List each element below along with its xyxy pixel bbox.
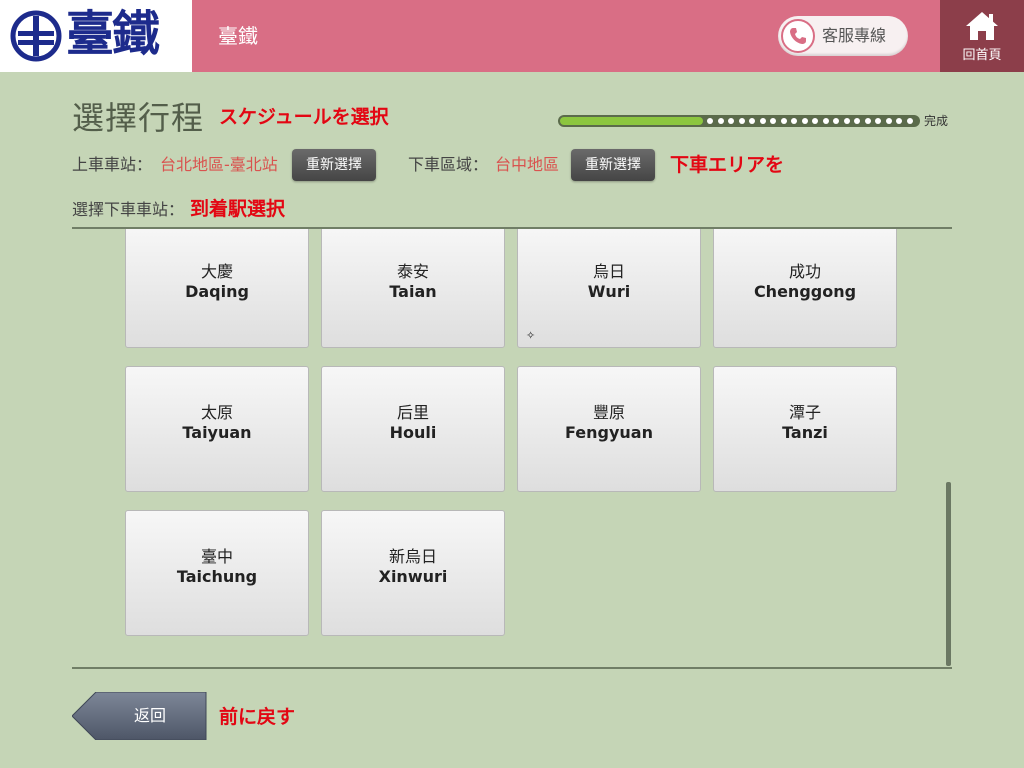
progress-step-dot: [812, 118, 818, 124]
reselect-area-button[interactable]: 重新選擇: [571, 149, 655, 181]
progress-step-dot: [823, 118, 829, 124]
station-button[interactable]: 泰安 Taian: [321, 229, 505, 348]
station-button[interactable]: 大慶 Daqing: [125, 229, 309, 348]
progress-step-dot: [728, 118, 734, 124]
station-button[interactable]: 臺中 Taichung: [125, 510, 309, 636]
station-button[interactable]: 烏日 Wuri: [517, 229, 701, 348]
station-name-zh: 太原: [200, 403, 233, 422]
station-button[interactable]: 豐原 Fengyuan: [517, 366, 701, 492]
select-station-label: 選擇下車車站：: [72, 200, 185, 219]
station-name-en: Chenggong: [753, 282, 857, 301]
pointer-cursor-icon: ✧: [526, 329, 536, 342]
station-name-en: Fengyuan: [565, 423, 653, 442]
progress-step-dot: [886, 118, 892, 124]
progress-step-dot: [718, 118, 724, 124]
boarding-station-label: 上車車站：: [72, 155, 153, 174]
station-name-zh: 后里: [396, 403, 429, 422]
station-name-zh: 大慶: [200, 262, 233, 281]
progress-step-dot: [854, 118, 860, 124]
house-icon: [966, 12, 998, 40]
boarding-station-value: 台北地區-臺北站: [160, 155, 278, 174]
station-name-en: Tanzi: [782, 423, 828, 442]
station-name-en: Daqing: [185, 282, 249, 301]
station-name-zh: 豐原: [592, 403, 625, 422]
progress-label: 完成: [924, 114, 949, 128]
phone-icon-circle: [781, 19, 815, 53]
station-name-en: Houli: [389, 423, 437, 442]
progress-step-dot: [770, 118, 776, 124]
select-station-annotation: 到着駅選択: [190, 198, 286, 220]
back-button[interactable]: 返回: [72, 692, 208, 740]
home-label: 回首頁: [962, 48, 1002, 63]
station-button[interactable]: 后里 Houli: [321, 366, 505, 492]
alighting-area-annotation: 下車エリアを: [670, 154, 785, 176]
progress-step-dot: [907, 118, 913, 124]
logo-text: 臺鐵: [66, 6, 160, 62]
station-list-scrollbar[interactable]: [946, 482, 951, 666]
station-name-zh: 臺中: [200, 547, 233, 566]
progress-step-dot: [781, 118, 787, 124]
progress-fill: [560, 117, 703, 125]
progress-step-dot: [739, 118, 745, 124]
ticket-kiosk-screen: 臺鐵 臺鐵 客服專線 回首頁 選擇行程 スケジュールを選択 完成 上車車站： 台…: [0, 0, 1024, 768]
progress-step-dot: [802, 118, 808, 124]
logo: 臺鐵: [0, 0, 192, 72]
progress-step-dot: [760, 118, 766, 124]
station-button[interactable]: 成功 Chenggong: [713, 229, 897, 348]
station-name-en: Taichung: [176, 567, 258, 586]
title-annotation: スケジュールを選択: [219, 106, 389, 128]
progress-step-dot: [749, 118, 755, 124]
app-title: 臺鐵: [218, 24, 258, 48]
station-name-en: Wuri: [587, 282, 631, 301]
station-name-en: Xinwuri: [378, 567, 448, 586]
station-name-zh: 泰安: [396, 262, 429, 281]
station-name-zh: 成功: [788, 262, 821, 281]
station-button[interactable]: 潭子 Tanzi: [713, 366, 897, 492]
hotline-label: 客服專線: [822, 26, 887, 45]
station-name-zh: 潭子: [788, 403, 821, 422]
progress-step-dot: [844, 118, 850, 124]
progress-step-dot: [896, 118, 902, 124]
station-button[interactable]: 太原 Taiyuan: [125, 366, 309, 492]
progress-bar: [558, 115, 920, 127]
station-name-zh: 新烏日: [388, 547, 437, 566]
phone-icon: [790, 28, 806, 44]
station-name-zh: 烏日: [592, 262, 625, 281]
alighting-area-label: 下車區域：: [408, 155, 489, 174]
alighting-area-value: 台中地區: [495, 155, 560, 174]
progress-step-dot: [707, 118, 713, 124]
page-title: 選擇行程: [72, 99, 205, 137]
back-annotation: 前に戻す: [219, 706, 296, 728]
top-header: 臺鐵 臺鐵 客服專線 回首頁: [0, 0, 1024, 72]
tra-logo-icon: [10, 10, 62, 62]
back-label: 返回: [133, 706, 166, 725]
station-button[interactable]: 新烏日 Xinwuri: [321, 510, 505, 636]
reselect-boarding-button[interactable]: 重新選擇: [292, 149, 376, 181]
hotline-button[interactable]: 客服專線: [778, 16, 908, 56]
progress-step-dot: [833, 118, 839, 124]
list-bottom-divider: [72, 667, 952, 669]
progress-step-dot: [875, 118, 881, 124]
home-button[interactable]: 回首頁: [940, 0, 1024, 72]
progress-step-dot: [791, 118, 797, 124]
station-name-en: Taian: [389, 282, 437, 301]
station-list[interactable]: 大慶 Daqing 泰安 Taian 烏日 Wuri 成功 Chenggong 太原 Taiyua…: [72, 229, 952, 667]
station-name-en: Taiyuan: [182, 423, 252, 442]
progress-step-dot: [865, 118, 871, 124]
